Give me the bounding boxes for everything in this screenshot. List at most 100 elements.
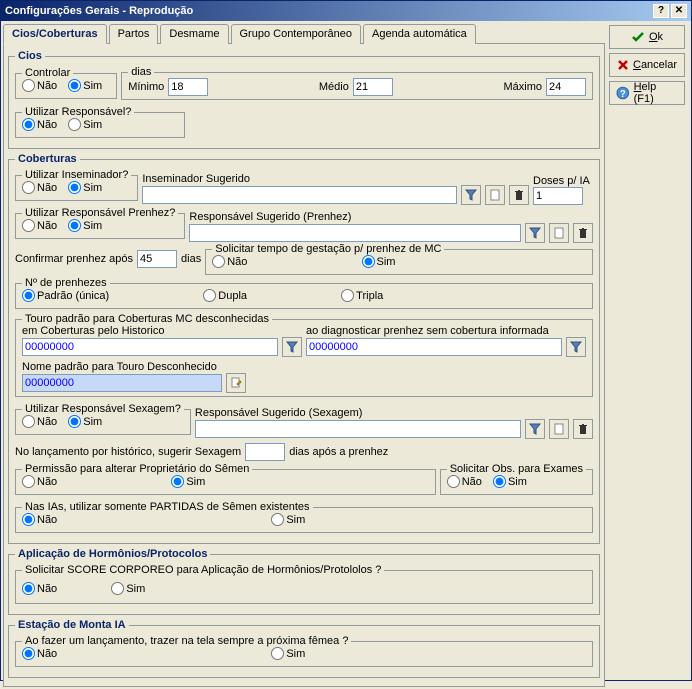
dias-group: dias Mínimo Médio Máximo — [121, 66, 593, 100]
est-sim[interactable]: Sim — [271, 647, 305, 660]
horm-q-legend: Solicitar SCORE CORPOREO para Aplicação … — [22, 564, 384, 576]
n-pren-padrao[interactable]: Padrão (única) — [22, 289, 109, 302]
minimo-label: Mínimo — [128, 81, 164, 93]
cancel-button[interactable]: Cancelar — [609, 53, 685, 77]
medio-label: Médio — [319, 81, 349, 93]
resp-sug-pren-input[interactable] — [189, 224, 521, 242]
perm-alt-legend: Permissão para alterar Proprietário do S… — [22, 463, 252, 475]
resp-sug-sex-input[interactable] — [195, 420, 521, 438]
sol-gest-sim[interactable]: Sim — [362, 255, 396, 268]
conf-pren-dias: dias — [181, 253, 201, 265]
sol-gest-group: Solicitar tempo de gestação p/ prenhez d… — [205, 243, 593, 275]
new-icon[interactable] — [549, 223, 569, 243]
n-pren-dupla[interactable]: Dupla — [203, 289, 247, 302]
util-resp-nao[interactable]: Não — [22, 118, 57, 131]
n-pren-tripla[interactable]: Tripla — [341, 289, 383, 302]
delete-icon[interactable] — [509, 185, 529, 205]
util-resp-group: Utilizar Responsável? Não Sim — [15, 106, 185, 138]
new-icon[interactable] — [549, 419, 569, 439]
est-q-legend: Ao fazer um lançamento, trazer na tela s… — [22, 635, 351, 647]
util-resp-sim[interactable]: Sim — [68, 118, 102, 131]
funnel-icon[interactable] — [525, 419, 545, 439]
delete-icon[interactable] — [573, 419, 593, 439]
perm-alt-sim[interactable]: Sim — [171, 475, 205, 488]
ao-diag-label: ao diagnosticar prenhez sem cobertura in… — [306, 325, 586, 337]
check-icon — [631, 30, 645, 44]
cios-group: Cios Controlar Não Sim dias Mínimo — [8, 50, 600, 149]
coberturas-legend: Coberturas — [15, 153, 80, 165]
funnel-icon[interactable] — [525, 223, 545, 243]
util-insem-legend: Utilizar Inseminador? — [22, 169, 131, 181]
util-resp-sex-nao[interactable]: Não — [22, 415, 57, 428]
lanc-hist-input[interactable] — [245, 443, 285, 461]
window: Configurações Gerais - Reprodução ? ✕ Ci… — [0, 0, 692, 681]
sol-gest-legend: Solicitar tempo de gestação p/ prenhez d… — [212, 243, 444, 255]
horm-sim[interactable]: Sim — [111, 582, 145, 595]
util-resp-sex-sim[interactable]: Sim — [68, 415, 102, 428]
edit-icon[interactable] — [226, 373, 246, 393]
util-resp-pren-sim[interactable]: Sim — [68, 219, 102, 232]
sol-obs-sim[interactable]: Sim — [493, 475, 527, 488]
cios-legend: Cios — [15, 50, 45, 62]
tab-agenda[interactable]: Agenda automática — [363, 24, 476, 44]
util-insem-sim[interactable]: Sim — [68, 181, 102, 194]
nome-padrao-label: Nome padrão para Touro Desconhecido — [22, 361, 586, 373]
close-button[interactable]: ✕ — [671, 4, 687, 18]
em-cob-label: em Coberturas pelo Historico — [22, 325, 302, 337]
lanc-hist2-label: dias após a prenhez — [289, 446, 388, 458]
util-insem-nao[interactable]: Não — [22, 181, 57, 194]
funnel-icon[interactable] — [566, 337, 586, 357]
svg-text:?: ? — [620, 89, 626, 100]
tab-cios-coberturas[interactable]: Cios/Coberturas — [3, 24, 107, 44]
touro-nome-input[interactable] — [22, 374, 222, 392]
delete-icon[interactable] — [573, 223, 593, 243]
util-resp-legend: Utilizar Responsável? — [22, 106, 134, 118]
nas-ias-group: Nas IAs, utilizar somente PARTIDAS de Sê… — [15, 501, 593, 533]
funnel-icon[interactable] — [461, 185, 481, 205]
horm-q-group: Solicitar SCORE CORPOREO para Aplicação … — [15, 564, 593, 604]
new-icon[interactable] — [485, 185, 505, 205]
conf-pren-input[interactable] — [137, 250, 177, 268]
insem-sug-input[interactable] — [142, 186, 457, 204]
horm-nao[interactable]: Não — [22, 582, 57, 595]
touro2-input[interactable] — [306, 338, 562, 356]
tab-bar: Cios/Coberturas Partos Desmame Grupo Con… — [3, 23, 605, 44]
dias-legend: dias — [128, 66, 154, 78]
minimo-input[interactable] — [168, 78, 208, 96]
touro-group: Touro padrão para Coberturas MC desconhe… — [15, 313, 593, 397]
doses-label: Doses p/ IA — [533, 175, 593, 187]
est-q-group: Ao fazer um lançamento, trazer na tela s… — [15, 635, 593, 667]
est-legend: Estação de Monta IA — [15, 619, 129, 631]
sol-gest-nao[interactable]: Não — [212, 255, 247, 268]
perm-alt-nao[interactable]: Não — [22, 475, 57, 488]
lanc-hist1-label: No lançamento por histórico, sugerir Sex… — [15, 446, 241, 458]
util-resp-pren-nao[interactable]: Não — [22, 219, 57, 232]
est-nao[interactable]: Não — [22, 647, 57, 660]
nas-ias-legend: Nas IAs, utilizar somente PARTIDAS de Sê… — [22, 501, 313, 513]
doses-input[interactable] — [533, 187, 583, 205]
controlar-nao[interactable]: Não — [22, 79, 57, 92]
medio-input[interactable] — [353, 78, 393, 96]
util-resp-pren-legend: Utilizar Responsável Prenhez? — [22, 207, 178, 219]
funnel-icon[interactable] — [282, 337, 302, 357]
nas-ias-sim[interactable]: Sim — [271, 513, 305, 526]
nas-ias-nao[interactable]: Não — [22, 513, 57, 526]
resp-sug-sex-label: Responsável Sugerido (Sexagem) — [195, 407, 593, 419]
sol-obs-nao[interactable]: Não — [447, 475, 482, 488]
tab-partos[interactable]: Partos — [109, 24, 159, 44]
help-button[interactable]: ? — [653, 4, 669, 18]
touro1-input[interactable] — [22, 338, 278, 356]
maximo-input[interactable] — [546, 78, 586, 96]
controlar-sim[interactable]: Sim — [68, 79, 102, 92]
n-pren-group: Nº de prenhezes Padrão (única) Dupla Tri… — [15, 277, 593, 309]
coberturas-group: Coberturas Utilizar Inseminador? Não Sim… — [8, 153, 600, 544]
help-button-side[interactable]: ? Help (F1) — [609, 81, 685, 105]
tab-grupo[interactable]: Grupo Contemporâneo — [231, 24, 362, 44]
util-insem-group: Utilizar Inseminador? Não Sim — [15, 169, 138, 201]
tab-desmame[interactable]: Desmame — [160, 24, 228, 44]
ok-button[interactable]: Ok — [609, 25, 685, 49]
horm-legend: Aplicação de Hormônios/Protocolos — [15, 548, 210, 560]
conf-pren-label: Confirmar prenhez após — [15, 253, 133, 265]
titlebar: Configurações Gerais - Reprodução ? ✕ — [1, 1, 691, 21]
resp-sug-pren-label: Responsável Sugerido (Prenhez) — [189, 211, 593, 223]
